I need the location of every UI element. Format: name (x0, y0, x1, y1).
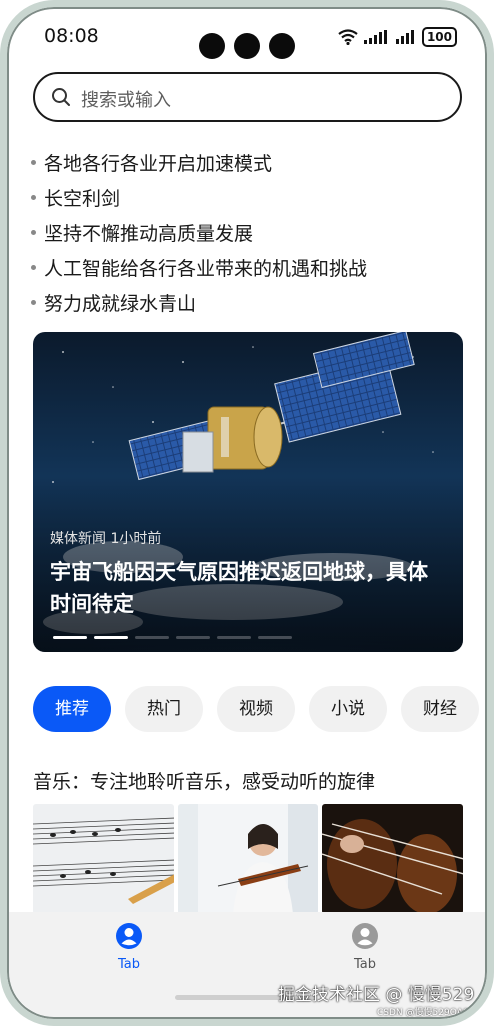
person-icon (116, 923, 142, 949)
headline-list: 各地各行各业开启加速模式 长空利剑 坚持不懈推动高质量发展 人工智能给各行各业带… (31, 145, 471, 320)
watermark-sub: CSDN @慢慢529QAQ (377, 1008, 470, 1018)
news-banner[interactable]: 媒体新闻 1小时前 宇宙飞船因天气原因推迟返回地球，具体时间待定 (33, 332, 463, 652)
carousel-dot[interactable] (258, 636, 292, 639)
signal-icon (395, 30, 414, 44)
headline-text: 各地各行各业开启加速模式 (44, 153, 273, 175)
headline-item[interactable]: 长空利剑 (31, 180, 471, 215)
bullet-icon (31, 300, 36, 305)
carousel-dot[interactable] (176, 636, 210, 639)
tab-novel[interactable]: 小说 (309, 686, 387, 732)
tab-label: Tab (117, 957, 140, 972)
carousel-indicator (53, 636, 292, 639)
banner-source: 媒体新闻 1小时前 (50, 531, 162, 547)
tab-hot[interactable]: 热门 (125, 686, 203, 732)
bullet-icon (31, 160, 36, 165)
headline-text: 坚持不懈推动高质量发展 (44, 223, 254, 245)
headline-item[interactable]: 各地各行各业开启加速模式 (31, 145, 471, 180)
category-tabs: 推荐 热门 视频 小说 财经 (33, 686, 485, 732)
carousel-dot[interactable] (135, 636, 169, 639)
camera-dot (199, 33, 225, 59)
violinist-image[interactable] (177, 804, 319, 914)
carousel-dot[interactable] (94, 636, 128, 639)
headline-text: 长空利剑 (44, 188, 121, 210)
tab-bar-item[interactable]: Tab (325, 922, 405, 972)
bullet-icon (31, 230, 36, 235)
section-title: 音乐：专注地聆听音乐，感受动听的旋律 (33, 771, 376, 793)
search-placeholder: 搜索或输入 (81, 90, 171, 111)
tab-bar-item-active[interactable]: Tab (89, 922, 169, 972)
phone-screen: 08:08 100 搜索或输入 各地各行各业开启加速模式 长空利剑 坚持不懈推动… (9, 9, 485, 1017)
wifi-icon (338, 29, 358, 45)
status-time: 08:08 (44, 25, 99, 47)
bullet-icon (31, 265, 36, 270)
music-photo-row (33, 804, 464, 914)
orchestra-image[interactable] (322, 804, 464, 914)
person-icon (352, 923, 378, 949)
banner-title: 宇宙飞船因天气原因推迟返回地球，具体时间待定 (50, 560, 428, 616)
watermark: 掘金技术社区 @ 慢慢529 (278, 985, 475, 1005)
signal-icon (363, 30, 387, 44)
search-input[interactable]: 搜索或输入 (33, 72, 462, 122)
sheet-music-image[interactable] (33, 804, 174, 914)
headline-text: 人工智能给各行各业带来的机遇和挑战 (44, 258, 368, 280)
tab-video[interactable]: 视频 (217, 686, 295, 732)
headline-item[interactable]: 努力成就绿水青山 (31, 285, 471, 320)
battery-icon: 100 (421, 27, 457, 47)
tab-recommend[interactable]: 推荐 (33, 686, 111, 732)
carousel-dot[interactable] (217, 636, 251, 639)
camera-dot (234, 33, 260, 59)
camera-dot (269, 33, 295, 59)
headline-item[interactable]: 坚持不懈推动高质量发展 (31, 215, 471, 250)
tab-label: Tab (353, 957, 376, 972)
headline-item[interactable]: 人工智能给各行各业带来的机遇和挑战 (31, 250, 471, 285)
tab-finance[interactable]: 财经 (401, 686, 479, 732)
status-icons: 100 (338, 27, 457, 47)
bullet-icon (31, 195, 36, 200)
status-bar: 08:08 100 (9, 9, 485, 61)
search-icon (52, 88, 70, 106)
headline-text: 努力成就绿水青山 (44, 293, 197, 315)
carousel-dot[interactable] (53, 636, 87, 639)
